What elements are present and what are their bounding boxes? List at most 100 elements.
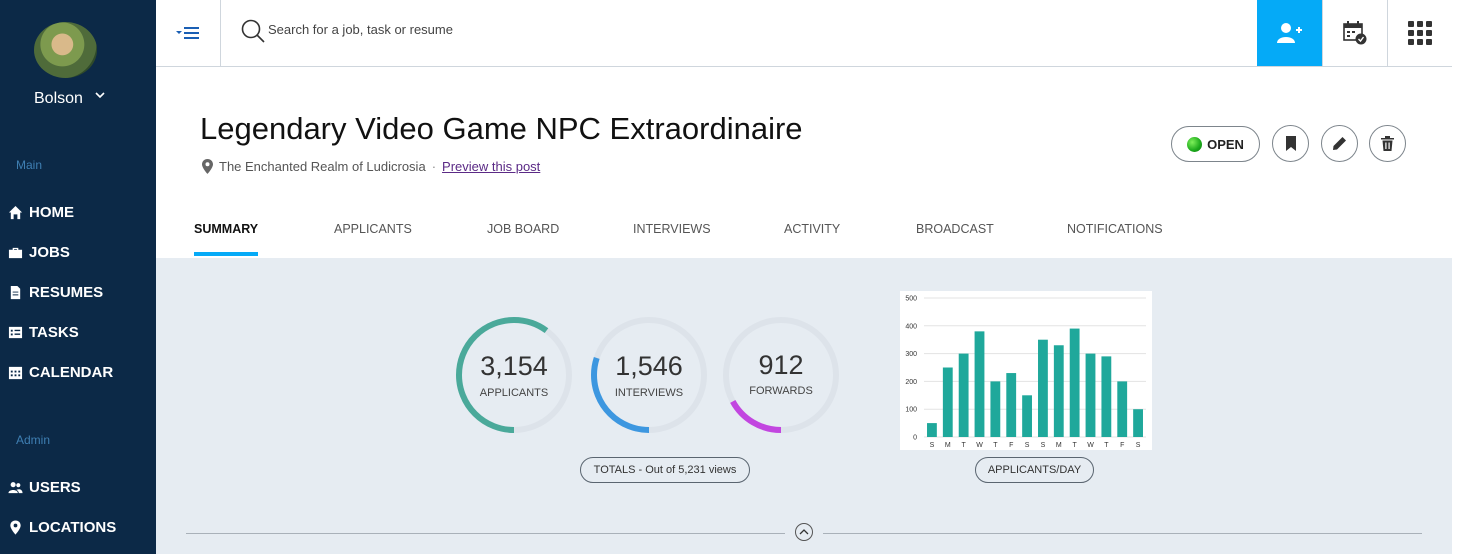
- tab-activity[interactable]: ACTIVITY: [784, 222, 840, 236]
- bar: [1069, 328, 1080, 437]
- bar: [1085, 353, 1096, 437]
- sidebar-item-label: TASKS: [29, 324, 79, 341]
- chevron-up-icon: [799, 529, 809, 535]
- bar: [1133, 409, 1143, 437]
- x-tick-label: F: [1120, 442, 1124, 449]
- apps-grid-button[interactable]: [1387, 0, 1452, 66]
- bar: [990, 381, 1001, 437]
- map-pin-icon: [10, 520, 21, 535]
- tab-applicants[interactable]: APPLICANTS: [334, 222, 412, 236]
- user-name[interactable]: Bolson: [34, 90, 83, 108]
- stat-value: 3,154: [480, 351, 548, 381]
- sidebar: Bolson Main HOME JOBS RESUMES TASKS CALE…: [0, 0, 156, 554]
- edit-button[interactable]: [1321, 125, 1358, 162]
- trash-icon: [1381, 136, 1394, 151]
- calendar-icon: [8, 366, 23, 380]
- stat-label: FORWARDS: [749, 385, 813, 397]
- x-tick-label: W: [1087, 442, 1094, 449]
- applicants-per-day-chart: 0 100 200 300 400 500 S M T W T F S S M T W T F S: [900, 291, 1152, 450]
- y-tick-label: 400: [905, 323, 917, 330]
- tab-notifications[interactable]: NOTIFICATIONS: [1067, 222, 1163, 236]
- sidebar-item-label: LOCATIONS: [29, 519, 117, 536]
- sidebar-item-label: HOME: [29, 204, 74, 221]
- y-tick-label: 300: [905, 351, 917, 358]
- tab-job-board[interactable]: JOB BOARD: [487, 222, 559, 236]
- checklist-icon: [8, 326, 23, 339]
- stat-interviews: 1,546 INTERVIEWS: [589, 315, 709, 435]
- y-tick-label: 500: [905, 296, 917, 303]
- search-icon: [241, 19, 265, 43]
- stat-value: 1,546: [615, 351, 683, 381]
- location-text: The Enchanted Realm of Ludicrosia: [219, 159, 426, 174]
- job-header: Legendary Video Game NPC Extraordinaire …: [156, 67, 1452, 258]
- home-icon: [8, 205, 23, 220]
- x-tick-label: F: [1009, 442, 1013, 449]
- sidebar-item-home[interactable]: HOME: [8, 204, 74, 221]
- x-tick-label: T: [962, 442, 967, 449]
- tab-summary[interactable]: SUMMARY: [194, 222, 258, 236]
- menu-collapse-icon: [176, 27, 199, 39]
- calendar-check-button[interactable]: [1322, 0, 1387, 66]
- bookmark-icon: [1285, 136, 1296, 151]
- x-tick-label: S: [930, 442, 935, 449]
- status-open-button[interactable]: OPEN: [1171, 126, 1260, 162]
- section-label-admin: Admin: [16, 433, 51, 447]
- bar: [942, 367, 953, 437]
- bar: [927, 423, 937, 437]
- apps-grid-icon: [1408, 21, 1432, 45]
- bar: [1117, 381, 1128, 437]
- add-user-icon: [1276, 23, 1302, 43]
- section-label-main: Main: [16, 158, 43, 172]
- stat-label: APPLICANTS: [479, 387, 549, 399]
- sidebar-item-calendar[interactable]: CALENDAR: [8, 364, 113, 381]
- tab-interviews[interactable]: INTERVIEWS: [633, 222, 711, 236]
- stat-value: 912: [758, 350, 804, 380]
- bar: [1038, 339, 1048, 437]
- top-bar: [156, 0, 1452, 67]
- briefcase-icon: [8, 247, 23, 259]
- sidebar-item-users[interactable]: USERS: [8, 479, 81, 496]
- x-tick-label: M: [1056, 442, 1062, 449]
- y-tick-label: 0: [913, 435, 917, 442]
- separator: ·: [431, 159, 437, 174]
- sidebar-item-locations[interactable]: LOCATIONS: [8, 519, 116, 536]
- bar: [1022, 395, 1032, 437]
- delete-button[interactable]: [1369, 125, 1406, 162]
- chart-badge: APPLICANTS/DAY: [975, 457, 1094, 483]
- add-user-button[interactable]: [1257, 0, 1322, 66]
- sidebar-item-resumes[interactable]: RESUMES: [8, 284, 103, 301]
- preview-post-link[interactable]: Preview this post: [442, 159, 540, 174]
- map-pin-icon: [202, 159, 213, 174]
- document-icon: [10, 285, 21, 300]
- sidebar-item-label: RESUMES: [29, 284, 104, 301]
- active-tab-indicator: [194, 252, 258, 256]
- sidebar-item-label: USERS: [29, 479, 81, 496]
- bar: [1053, 345, 1064, 437]
- avatar[interactable]: [34, 22, 97, 78]
- menu-toggle-button[interactable]: [156, 0, 221, 66]
- stat-label: INTERVIEWS: [614, 387, 684, 399]
- calendar-check-icon: [1343, 21, 1367, 45]
- x-tick-label: T: [1073, 442, 1078, 449]
- sidebar-item-label: JOBS: [29, 244, 70, 261]
- x-tick-label: W: [976, 442, 983, 449]
- sidebar-item-jobs[interactable]: JOBS: [8, 244, 70, 261]
- x-tick-label: T: [993, 442, 998, 449]
- chevron-down-icon[interactable]: [94, 89, 106, 104]
- x-tick-label: S: [1041, 442, 1046, 449]
- bar: [974, 331, 985, 437]
- status-indicator-icon: [1187, 136, 1203, 152]
- job-location: The Enchanted Realm of Ludicrosia · Prev…: [202, 159, 540, 174]
- tab-broadcast[interactable]: BROADCAST: [916, 222, 994, 236]
- pencil-icon: [1333, 137, 1346, 150]
- y-tick-label: 100: [905, 407, 917, 414]
- y-tick-label: 200: [905, 379, 917, 386]
- bookmark-button[interactable]: [1272, 125, 1309, 162]
- sidebar-item-label: CALENDAR: [29, 364, 114, 381]
- sidebar-item-tasks[interactable]: TASKS: [8, 324, 79, 341]
- x-tick-label: S: [1136, 442, 1141, 449]
- collapse-button[interactable]: [795, 523, 813, 541]
- search-input[interactable]: [268, 18, 968, 40]
- divider: [823, 533, 1422, 534]
- status-label: OPEN: [1207, 136, 1244, 152]
